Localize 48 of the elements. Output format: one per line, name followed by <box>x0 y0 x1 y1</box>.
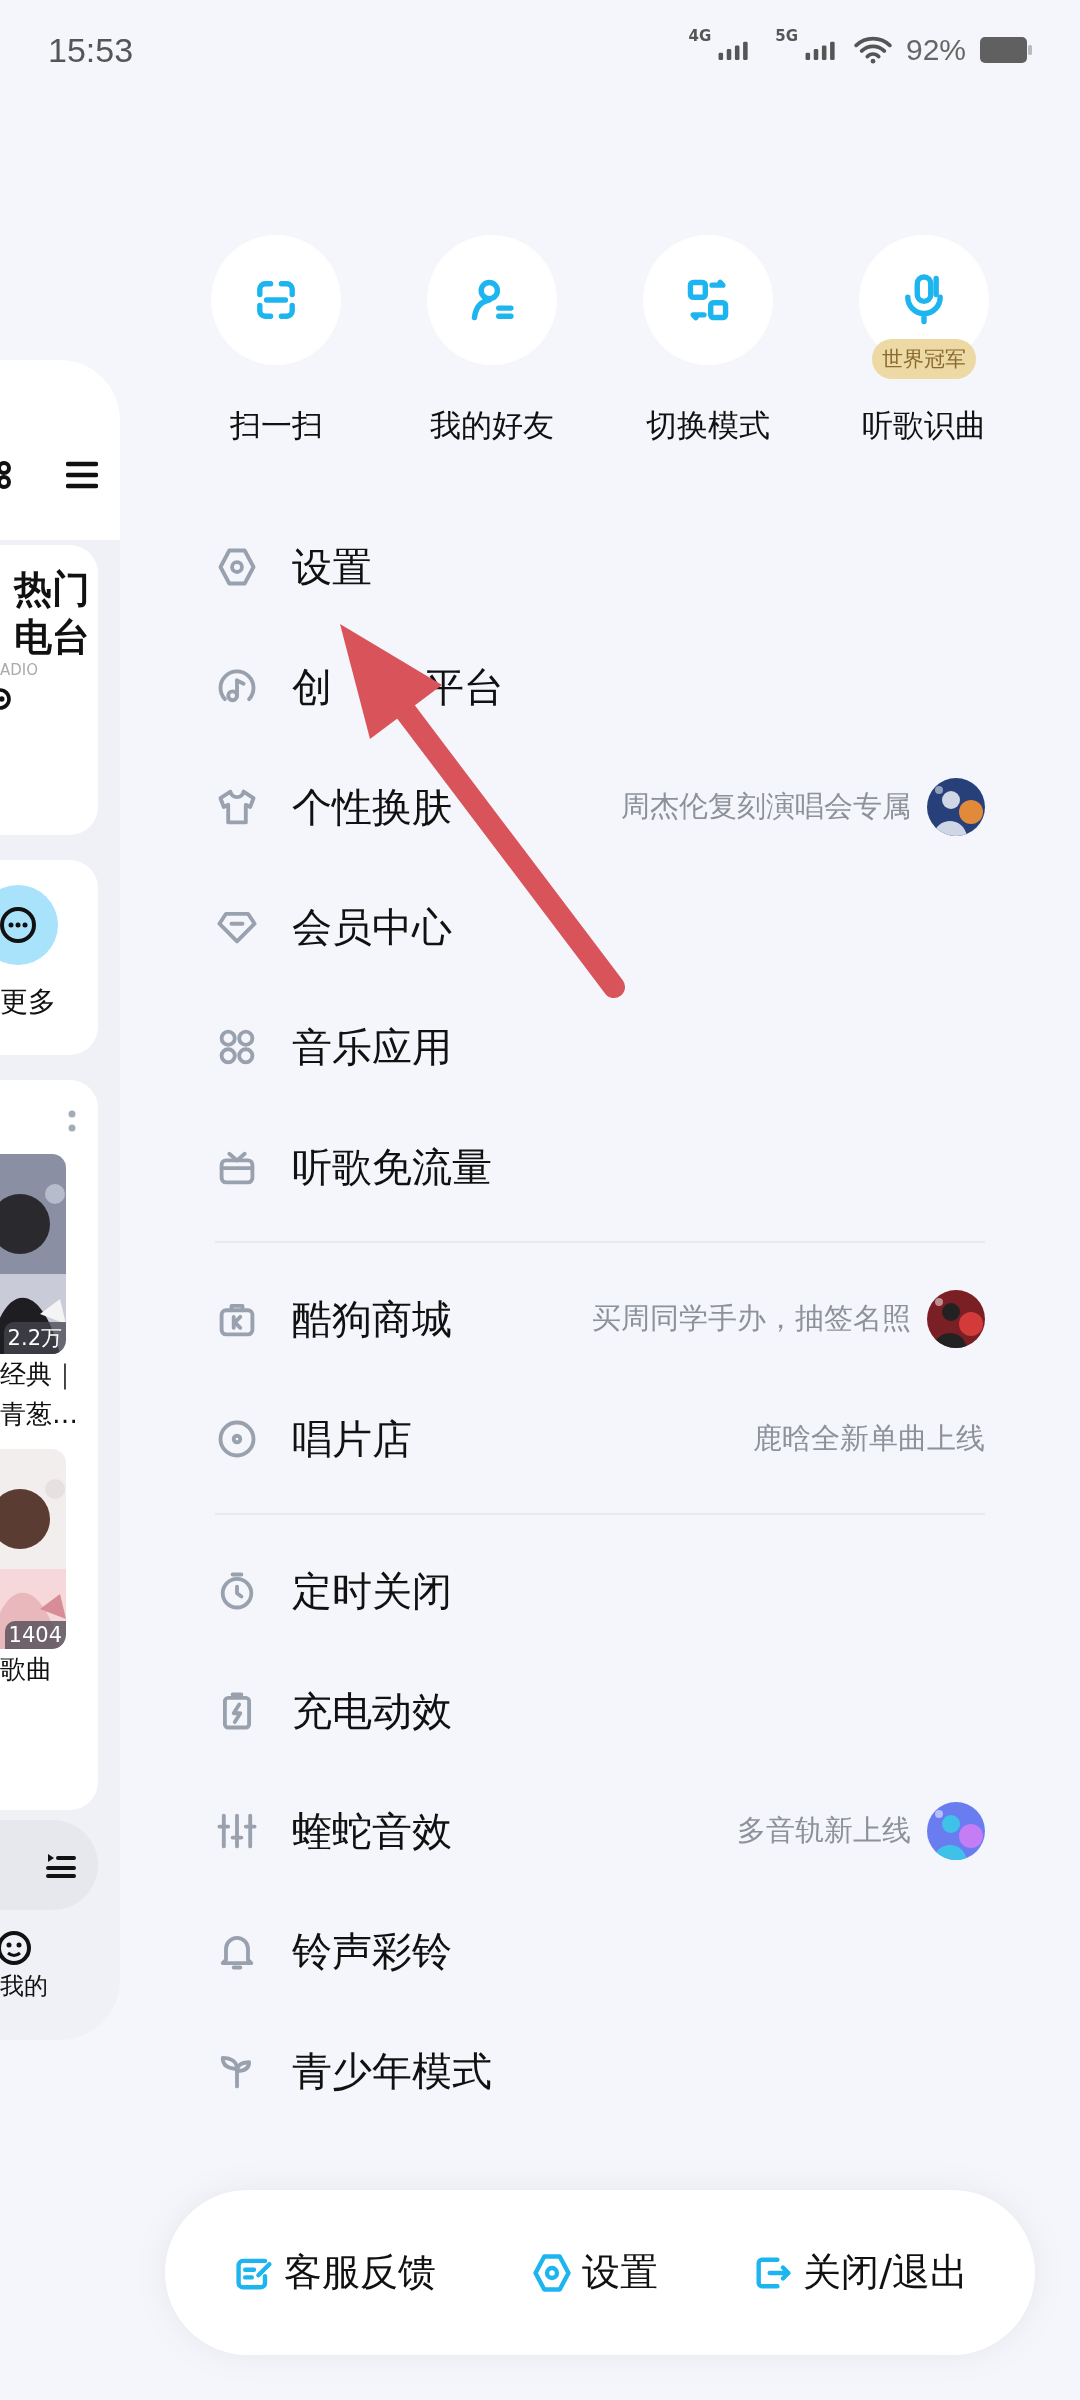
menu-hint: 鹿晗全新单曲上线 <box>753 1420 985 1457</box>
menu-item[interactable]: 铃声彩铃 <box>292 1923 452 1979</box>
playlist-title: 青葱… <box>0 1398 78 1431</box>
menu-hint: 周杰伦复刻演唱会专属 <box>621 788 911 825</box>
more-icon <box>0 885 58 965</box>
shortcut-label[interactable]: 听歌识曲 <box>862 405 986 447</box>
badge: 世界冠军 <box>872 339 976 379</box>
menu-item[interactable]: 唱片店 <box>292 1411 412 1467</box>
radio-subtitle: ADIO <box>0 661 39 679</box>
playlist-title: 歌曲 <box>0 1653 52 1686</box>
action-button[interactable]: 关闭/退出 <box>741 2237 979 2308</box>
menu-item[interactable]: 设置 <box>292 539 372 595</box>
clock: 15:53 <box>48 30 134 70</box>
menu-item[interactable]: 音乐应用 <box>292 1019 452 1075</box>
shortcut-label[interactable]: 切换模式 <box>646 405 770 447</box>
wifi-icon <box>853 36 892 64</box>
playlist-title: 经典｜ <box>0 1358 77 1392</box>
signal-icon <box>803 40 838 60</box>
action-button[interactable]: 设置 <box>519 2237 668 2308</box>
shortcut-label[interactable]: 扫一扫 <box>229 405 323 447</box>
menu-item[interactable]: 充电动效 <box>292 1683 452 1739</box>
menu-item[interactable]: 定时关闭 <box>292 1563 452 1619</box>
radio-title: 电台 <box>14 614 90 661</box>
menu-icon[interactable] <box>66 460 98 490</box>
network-label: 5G <box>775 27 798 45</box>
menu-item[interactable]: 蝰蛇音效 <box>292 1803 452 1859</box>
queue-button[interactable] <box>0 1820 98 1910</box>
play-count: 2.2万 <box>3 1322 66 1354</box>
more-card[interactable]: 更多 <box>0 860 98 1055</box>
menu-item[interactable]: 创 <box>292 659 332 715</box>
menu-hint: 多音轨新上线 <box>737 1812 911 1849</box>
menu-item[interactable]: 个性换肤 <box>292 779 452 835</box>
more-label: 更多 <box>0 984 56 1020</box>
battery-icon <box>980 37 1032 63</box>
menu-item[interactable]: 酷狗商城 <box>292 1291 452 1347</box>
menu-item[interactable]: 会员中心 <box>292 899 452 955</box>
shortcut-label[interactable]: 我的好友 <box>430 405 554 447</box>
tab-label[interactable]: 我的 <box>0 1970 48 2002</box>
playlist-icon <box>46 1851 76 1879</box>
menu-item[interactable]: 青少年模式 <box>292 2043 492 2099</box>
play-count: 1404 <box>4 1621 66 1649</box>
radio-title: 热门 <box>14 566 90 613</box>
menu-hint: 买周同学手办，抽签名照 <box>592 1300 911 1337</box>
battery-percent: 92% <box>905 33 966 67</box>
action-button[interactable]: 客服反馈 <box>221 2237 446 2308</box>
network-label: 4G <box>688 27 712 45</box>
menu-item[interactable]: 听歌免流量 <box>292 1139 492 1195</box>
radio-card[interactable]: 热门 电台 ADIO <box>0 545 98 835</box>
